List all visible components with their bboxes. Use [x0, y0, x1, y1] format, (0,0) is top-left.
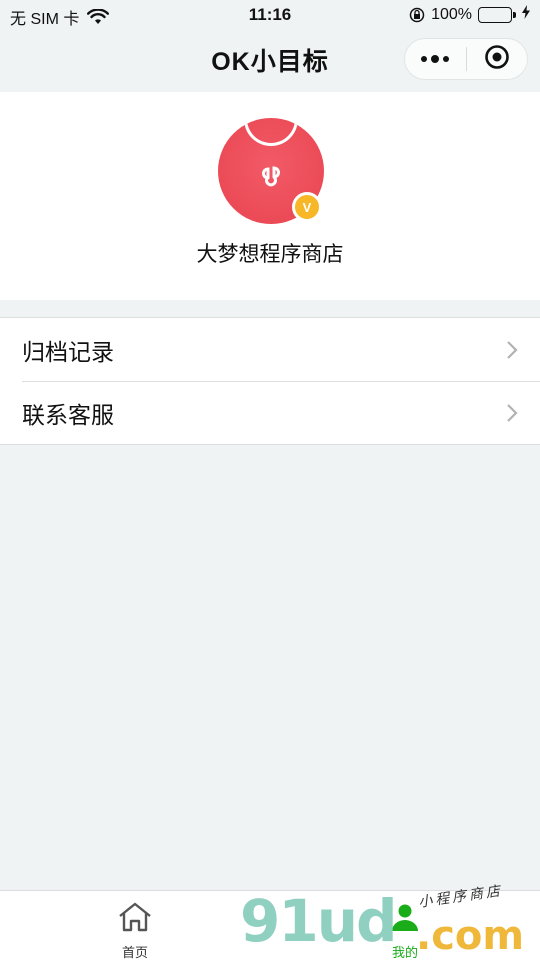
bag-handle: [244, 118, 298, 146]
avatar[interactable]: V: [218, 118, 324, 224]
shop-name: 大梦想程序商店: [196, 243, 344, 266]
profile-section: V 大梦想程序商店: [0, 92, 540, 300]
tab-mine-label: 我的: [391, 945, 418, 960]
user-icon: [387, 901, 423, 938]
status-right: 100%: [409, 5, 530, 24]
tab-home-label: 首页: [121, 945, 148, 960]
menu-item-label: 联系客服: [22, 401, 114, 428]
battery-percent: 100%: [431, 5, 472, 23]
menu-item-customer-service[interactable]: 联系客服: [0, 381, 540, 444]
menu-list: 归档记录 联系客服: [0, 317, 540, 445]
battery-icon: [478, 6, 516, 23]
tab-home[interactable]: 首页: [0, 891, 270, 960]
chevron-right-icon: [506, 340, 518, 360]
capsule-menu: [404, 38, 528, 80]
target-close-icon: [484, 44, 510, 75]
close-button[interactable]: [467, 39, 528, 79]
mini-program-bag-icon: [256, 158, 286, 193]
top-bar: 无 SIM 卡 11:16 100% OK小目标: [0, 0, 540, 92]
more-dots-icon: [421, 55, 450, 63]
tab-bar: 首页 我的: [0, 890, 540, 960]
tab-mine[interactable]: 我的: [270, 891, 540, 960]
charging-icon: [522, 5, 530, 24]
menu-item-archive[interactable]: 归档记录: [0, 318, 540, 381]
home-icon: [117, 901, 153, 938]
chevron-right-icon: [506, 403, 518, 423]
verified-badge: V: [292, 192, 322, 222]
status-bar: 无 SIM 卡 11:16 100%: [0, 0, 540, 30]
more-button[interactable]: [405, 39, 466, 79]
menu-item-label: 归档记录: [22, 338, 114, 365]
orientation-lock-icon: [409, 7, 425, 23]
